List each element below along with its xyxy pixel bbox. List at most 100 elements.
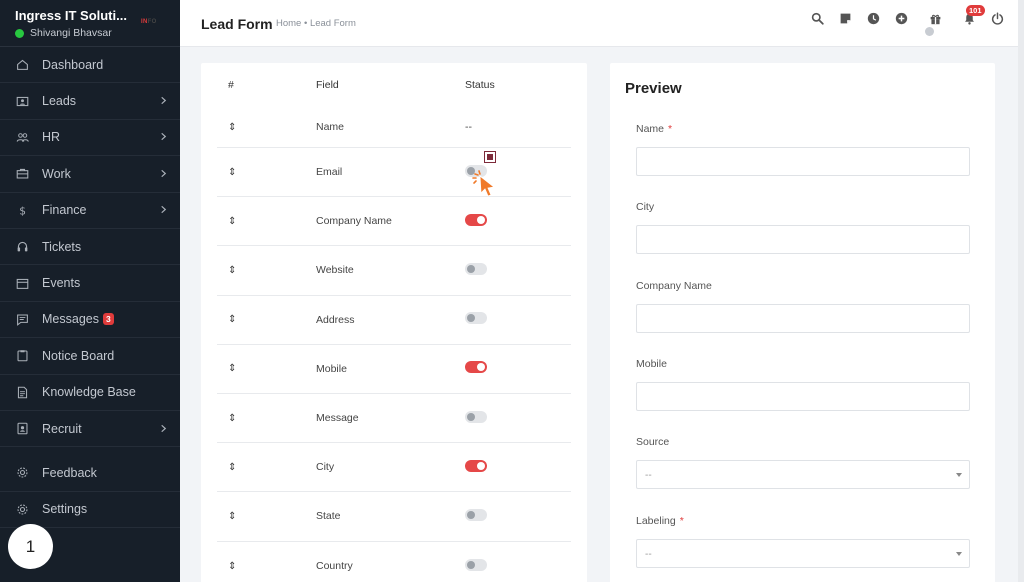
sidebar-item-label: Notice Board	[42, 348, 115, 363]
field-name: Address	[316, 313, 355, 326]
sidebar-item-events[interactable]: Events	[0, 265, 180, 302]
sidebar-item-label: Tickets	[42, 239, 82, 254]
sidebar-item-label: Work	[42, 166, 71, 181]
lead-form-fields-card: # Field Status ⇕ Name -- ⇕ Email ⇕ Company Nam…	[201, 63, 587, 582]
drag-handle-icon[interactable]: ⇕	[217, 363, 257, 374]
label-text: City	[636, 201, 655, 214]
clock-icon[interactable]	[866, 11, 880, 25]
drag-handle-icon[interactable]: ⇕	[217, 265, 257, 276]
status-text: --	[465, 121, 472, 133]
sidebar-item-messages[interactable]: Messages 3	[0, 302, 180, 339]
chevron-right-icon	[159, 167, 168, 181]
field-status	[405, 150, 496, 197]
online-status-icon	[15, 28, 24, 38]
sidebar-item-label: HR	[42, 130, 61, 145]
table-row: ⇕ Email	[217, 148, 571, 198]
column-header-field: Field	[316, 79, 339, 91]
top-icon-group: 101	[796, 5, 1004, 25]
sidebar-item-hr[interactable]: HR	[0, 120, 180, 157]
preview-input[interactable]	[636, 303, 970, 333]
status-toggle[interactable]	[465, 508, 487, 521]
preview-input[interactable]	[636, 225, 970, 255]
power-icon[interactable]	[990, 11, 1004, 25]
sidebar-item-notice-board[interactable]: Notice Board	[0, 338, 180, 375]
search-icon[interactable]	[810, 11, 824, 25]
drag-handle-icon[interactable]: ⇕	[217, 462, 257, 473]
sidebar-item-feedback[interactable]: Feedback	[0, 455, 180, 492]
sidebar-item-knowledge-base[interactable]: Knowledge Base	[0, 375, 180, 411]
drag-handle-icon[interactable]: ⇕	[217, 561, 257, 572]
field-status	[405, 410, 487, 426]
notification-count-badge: 101	[966, 5, 985, 16]
clipboard-icon	[15, 349, 29, 363]
drag-handle-icon[interactable]: ⇕	[217, 314, 257, 325]
sidebar-item-work[interactable]: Work	[0, 156, 180, 193]
sidebar-item-settings[interactable]: Settings	[0, 492, 180, 529]
preview-field-label: Source	[636, 436, 669, 448]
caret-down-icon	[956, 473, 962, 478]
sidebar-item-recruit[interactable]: Recruit	[0, 411, 180, 448]
chevron-right-icon	[159, 130, 168, 144]
sidebar-item-label: Dashboard	[42, 57, 104, 72]
required-asterisk: *	[679, 514, 684, 527]
sidebar-item-tickets[interactable]: Tickets	[0, 229, 180, 266]
field-status: --	[405, 121, 472, 133]
gift-icon[interactable]	[928, 11, 942, 25]
label-text: Labeling	[636, 514, 676, 527]
drag-handle-icon[interactable]: ⇕	[217, 122, 257, 133]
sidebar: Ingress IT Soluti... Shivangi Bhavsar IN…	[0, 0, 180, 582]
table-row: ⇕ Country	[217, 542, 571, 582]
field-value: --	[645, 470, 652, 482]
field-status	[405, 312, 487, 327]
preview-field-label: Company Name	[636, 280, 712, 292]
status-toggle[interactable]	[465, 459, 487, 472]
svg-text:$: $	[19, 205, 26, 216]
chevron-right-icon	[159, 422, 168, 436]
sidebar-item-dashboard[interactable]: Dashboard	[0, 47, 180, 84]
column-header-status: Status	[465, 79, 495, 91]
preview-input[interactable]	[636, 147, 970, 176]
sticky-note-icon[interactable]	[838, 11, 852, 25]
table-row: ⇕ Company Name	[217, 197, 571, 247]
bell-icon[interactable]: 101	[962, 5, 985, 25]
field-name: Email	[316, 166, 343, 179]
dollar-icon: $	[15, 203, 29, 217]
brand-header[interactable]: Ingress IT Soluti... Shivangi Bhavsar IN…	[0, 0, 180, 47]
drag-handle-icon[interactable]: ⇕	[217, 216, 257, 227]
click-marker-icon	[484, 150, 496, 163]
status-toggle[interactable]	[465, 361, 487, 374]
gear-icon	[15, 466, 29, 480]
table-row: ⇕ Name --	[217, 107, 571, 148]
status-toggle[interactable]	[465, 213, 487, 226]
drag-handle-icon[interactable]: ⇕	[217, 167, 257, 178]
house-icon	[15, 58, 29, 72]
preview-input[interactable]	[636, 381, 970, 411]
label-text: Name	[636, 123, 665, 135]
field-name: Name	[316, 121, 345, 133]
breadcrumb[interactable]: Home • Lead Form	[276, 18, 356, 29]
drag-handle-icon[interactable]: ⇕	[217, 511, 257, 522]
plus-circle-icon[interactable]	[894, 11, 908, 25]
table-row: ⇕ Message	[217, 394, 571, 444]
table-row: ⇕ Address	[217, 296, 571, 345]
preview-select[interactable]: --	[636, 538, 970, 568]
status-toggle[interactable]	[465, 262, 487, 275]
field-status	[405, 262, 487, 278]
sidebar-nav: Dashboard Leads HR Work $ Finance Tickets Event…	[0, 47, 180, 529]
status-toggle[interactable]	[465, 312, 487, 325]
field-name: Company Name	[316, 215, 392, 228]
preview-field-label: City	[636, 201, 654, 213]
chevron-right-icon	[159, 203, 168, 217]
status-toggle[interactable]	[465, 558, 487, 571]
field-name: Website	[316, 264, 354, 277]
sidebar-item-label: Recruit	[42, 421, 82, 436]
preview-title: Preview	[625, 80, 682, 97]
sidebar-item-leads[interactable]: Leads	[0, 83, 180, 120]
page-scrollbar[interactable]	[1018, 0, 1024, 582]
preview-select[interactable]: --	[636, 460, 970, 490]
status-toggle[interactable]	[465, 410, 487, 423]
field-name: Mobile	[316, 362, 347, 375]
drag-handle-icon[interactable]: ⇕	[217, 413, 257, 424]
preview-field-label: Name *	[636, 123, 672, 135]
sidebar-item-finance[interactable]: $ Finance	[0, 193, 180, 229]
